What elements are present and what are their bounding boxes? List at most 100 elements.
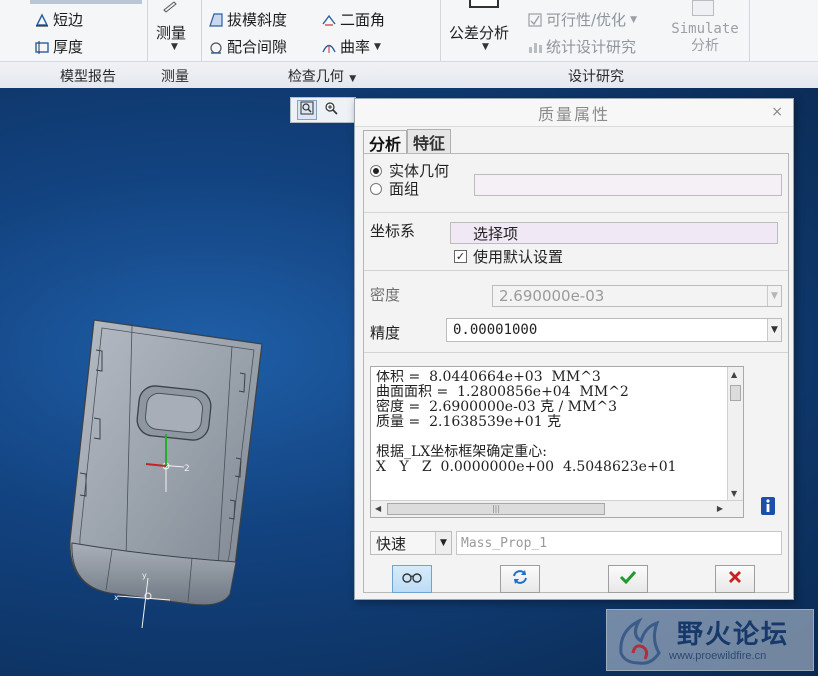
calc-mode-dropdown[interactable]: 快速 ▼	[370, 531, 452, 555]
use-default-label: 使用默认设置	[473, 248, 564, 266]
scroll-down-icon[interactable]: ▼	[731, 489, 737, 498]
thickness-label: 厚度	[53, 38, 84, 56]
measure-label: 测量	[156, 24, 187, 42]
quilt-selector-field[interactable]	[474, 174, 782, 196]
dialog-tabs: 分析 特征	[363, 129, 452, 154]
view-toolbar	[290, 97, 356, 123]
checkmark-icon	[619, 570, 637, 588]
accuracy-value: 0.00001000	[453, 322, 538, 338]
group-label-model-report: 模型报告	[60, 69, 116, 85]
svg-text:2: 2	[184, 464, 190, 474]
ribbon-highlight	[30, 0, 142, 4]
clearance-button[interactable]: 配合间隙	[208, 36, 287, 57]
chevron-down-icon: ▼	[630, 14, 637, 25]
accuracy-input[interactable]: 0.00001000 ▼	[446, 318, 782, 342]
svg-text:x: x	[114, 593, 119, 602]
radio-quilt-label: 面组	[389, 180, 420, 198]
accuracy-label: 精度	[370, 324, 401, 342]
divider	[364, 270, 788, 271]
measure-icon	[162, 0, 178, 16]
chevron-down-icon: ▼	[374, 41, 381, 52]
analysis-panel: 实体几何 面组 坐标系 选择项 ✓ 使用默认设置 密度 2.690000e-03…	[363, 153, 789, 593]
statistical-design-button[interactable]: 统计设计研究	[527, 36, 636, 57]
use-default-checkbox[interactable]: ✓ 使用默认设置	[454, 246, 563, 267]
inspect-geometry-label: 检查几何	[287, 69, 344, 85]
svg-text:y: y	[142, 571, 147, 580]
dihedral-icon	[321, 12, 337, 28]
calc-mode-value: 快速	[376, 534, 407, 553]
dialog-titlebar[interactable]: 质量属性 ×	[355, 99, 793, 127]
watermark-url: www.proewildfire.cn	[669, 650, 767, 662]
divider	[364, 352, 788, 353]
clearance-label: 配合间隙	[227, 38, 288, 56]
simulate-label: Simulate	[671, 21, 739, 37]
checkmark-icon: ✓	[454, 250, 467, 263]
tolerance-analysis-button[interactable]: 公差分析 ▼	[447, 0, 523, 58]
scroll-right-icon[interactable]: ▶	[717, 504, 723, 513]
ok-button[interactable]	[608, 565, 648, 593]
scroll-thumb[interactable]	[730, 385, 741, 401]
preview-button[interactable]	[392, 565, 432, 593]
cancel-button[interactable]	[715, 565, 755, 593]
dihedral-label: 二面角	[340, 11, 386, 29]
simulate-button[interactable]: Simulate 分析	[666, 0, 744, 55]
info-icon[interactable]	[760, 494, 776, 516]
repeat-button[interactable]	[500, 565, 540, 593]
dihedral-button[interactable]: 二面角	[321, 9, 385, 30]
draft-button[interactable]: 拔模斜度	[208, 9, 287, 30]
chevron-down-icon[interactable]: ▼	[767, 319, 781, 341]
coord-system-label: 坐标系	[370, 222, 416, 240]
watermark-title: 野火论坛	[677, 620, 790, 650]
analysis-name-input[interactable]: Mass_Prop_1	[456, 531, 782, 555]
tab-feature[interactable]: 特征	[407, 129, 452, 153]
tab-analysis[interactable]: 分析	[363, 130, 408, 154]
simulate-icon	[692, 0, 714, 16]
mass-properties-dialog: 质量属性 × 分析 特征 实体几何 面组 坐标系 选择项 ✓ 使用默认设置 密度…	[354, 98, 794, 600]
refit-button[interactable]	[297, 100, 317, 120]
results-text: 体积 = 8.0440664e+03 MM^3 曲面面积 = 1.2800856…	[376, 370, 677, 475]
glasses-icon	[401, 571, 423, 587]
curvature-label: 曲率	[340, 38, 371, 56]
forum-watermark: 野火论坛 www.proewildfire.cn	[606, 609, 814, 671]
chevron-down-icon: ▼	[171, 42, 178, 52]
group-label-measure: 测量	[161, 69, 189, 85]
thickness-button[interactable]: 厚度	[34, 36, 83, 57]
radio-quilt[interactable]: 面组	[370, 178, 419, 199]
horizontal-scrollbar[interactable]: ◀ ||| ▶	[371, 500, 743, 517]
density-value: 2.690000e-03	[499, 287, 605, 305]
short-edge-label: 短边	[53, 11, 84, 29]
coord-system-selector[interactable]: 选择项	[450, 222, 778, 244]
zoom-in-button[interactable]	[321, 100, 341, 120]
coord-system-value: 选择项	[473, 224, 519, 243]
scroll-left-icon[interactable]: ◀	[375, 504, 381, 513]
radio-selected-icon	[370, 164, 382, 177]
clearance-icon	[208, 39, 224, 55]
statistical-icon	[527, 39, 543, 55]
measure-button[interactable]: 测量 ▼	[154, 0, 194, 58]
curvature-button[interactable]: 曲率 ▼	[321, 36, 381, 57]
scroll-up-icon[interactable]: ▲	[731, 370, 737, 379]
ribbon: 短边 厚度 测量 ▼ 拔模斜度 配合间隙 二面角 曲率 ▼ 公差分析 ▼ 可行性…	[0, 0, 818, 88]
density-input: 2.690000e-03 ▼	[492, 285, 782, 307]
short-edge-button[interactable]: 短边	[34, 9, 83, 30]
close-icon[interactable]: ×	[771, 104, 785, 120]
dialog-title: 质量属性	[537, 104, 610, 124]
simulate-sublabel: 分析	[691, 38, 719, 54]
dialog-buttons	[355, 565, 793, 595]
short-edge-icon	[34, 12, 50, 28]
chevron-down-icon: ▼	[349, 74, 357, 84]
feasibility-label: 可行性/优化	[546, 11, 627, 29]
scroll-thumb[interactable]: |||	[387, 503, 605, 515]
chevron-down-icon: ▼	[435, 532, 451, 554]
group-label-inspect-geometry[interactable]: 检查几何 ▼	[204, 66, 440, 86]
vertical-scrollbar[interactable]: ▲ ▼	[727, 367, 743, 501]
results-textarea[interactable]: 体积 = 8.0440664e+03 MM^3 曲面面积 = 1.2800856…	[370, 366, 744, 518]
feasibility-icon	[527, 12, 543, 28]
density-label: 密度	[370, 286, 401, 304]
analysis-name-value: Mass_Prop_1	[461, 535, 548, 551]
tolerance-label: 公差分析	[449, 24, 510, 42]
feasibility-button[interactable]: 可行性/优化 ▼	[527, 9, 637, 30]
chevron-down-icon: ▼	[482, 42, 489, 52]
draft-icon	[208, 12, 224, 28]
zoom-in-icon	[324, 101, 338, 119]
